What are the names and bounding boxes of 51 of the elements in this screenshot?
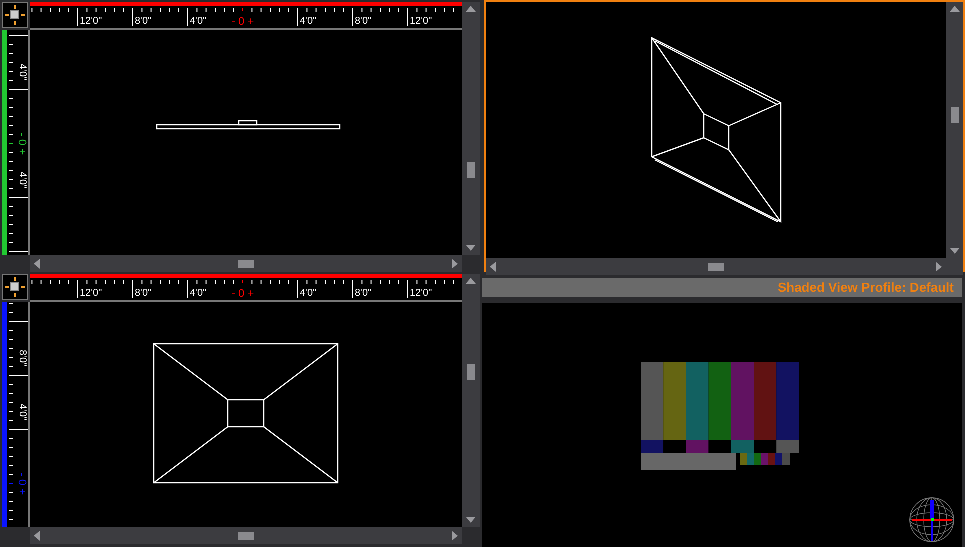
ruler-label: 8'0" <box>355 16 372 28</box>
left-arrow-icon[interactable] <box>490 262 496 272</box>
scroll-thumb[interactable] <box>708 262 724 270</box>
horizontal-scrollbar[interactable] <box>30 255 462 272</box>
ruler-label: 4'0" <box>300 288 317 300</box>
down-arrow-icon[interactable] <box>466 245 476 251</box>
ruler-label: 4'0" <box>16 64 28 81</box>
ruler-label: 12'0" <box>410 16 432 28</box>
shaded-view-title: Shaded View Profile: Default <box>482 278 962 297</box>
vertical-scrollbar[interactable] <box>946 2 963 258</box>
ruler-label: 8'0" <box>16 350 28 367</box>
view-control-button[interactable] <box>2 274 28 300</box>
down-arrow-icon[interactable] <box>466 517 476 523</box>
crosshair-icon <box>5 277 25 297</box>
scroll-thumb[interactable] <box>950 107 958 123</box>
ruler-label: 12'0" <box>80 16 102 28</box>
ruler-label: 4'0" <box>190 16 207 28</box>
ruler-label: - 0 + <box>232 288 254 300</box>
ruler-label: 8'0" <box>135 16 152 28</box>
horizontal-scrollbar[interactable] <box>486 258 946 275</box>
right-arrow-icon[interactable] <box>452 258 458 268</box>
up-arrow-icon[interactable] <box>466 278 476 284</box>
ruler-label: - 0 + <box>16 132 28 156</box>
left-arrow-icon[interactable] <box>34 258 40 268</box>
axis-gizmo-icon <box>908 496 956 544</box>
ruler-label: - 0 + <box>232 16 254 28</box>
perspective-viewport[interactable] <box>484 0 965 272</box>
ruler-label: - 0 + <box>16 472 28 496</box>
ruler-label: 4'0" <box>16 172 28 189</box>
vertical-scrollbar[interactable] <box>462 274 480 527</box>
vertical-scrollbar[interactable] <box>462 2 480 255</box>
ruler-label: 4'0" <box>190 288 207 300</box>
scroll-thumb[interactable] <box>238 532 254 540</box>
ruler-label: 4'0" <box>16 404 28 421</box>
view-control-button[interactable] <box>2 2 28 28</box>
ruler-label: 8'0" <box>355 288 372 300</box>
ruler-label: 12'0" <box>410 288 432 300</box>
scroll-thumb[interactable] <box>467 364 475 380</box>
scroll-thumb[interactable] <box>238 260 254 268</box>
ruler-label: 12'0" <box>80 288 102 300</box>
right-arrow-icon[interactable] <box>936 262 942 272</box>
up-arrow-icon[interactable] <box>466 6 476 12</box>
up-arrow-icon[interactable] <box>950 6 960 12</box>
down-arrow-icon[interactable] <box>950 248 960 254</box>
right-arrow-icon[interactable] <box>452 530 458 540</box>
left-arrow-icon[interactable] <box>34 530 40 540</box>
horizontal-scrollbar[interactable] <box>30 527 462 544</box>
ruler-label: 4'0" <box>300 16 317 28</box>
ruler-label: 8'0" <box>135 288 152 300</box>
scroll-thumb[interactable] <box>467 162 475 178</box>
crosshair-icon <box>5 5 25 25</box>
